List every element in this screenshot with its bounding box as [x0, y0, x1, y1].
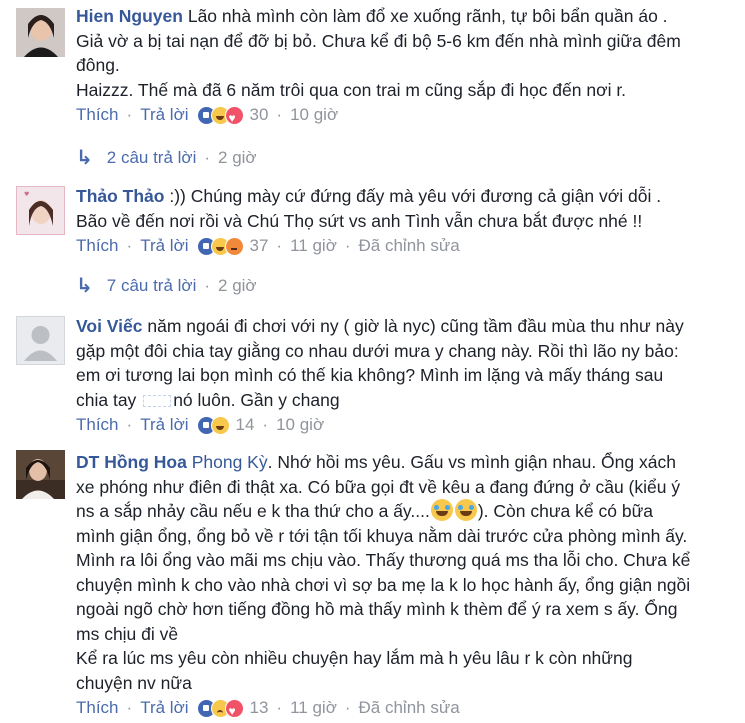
reply-button[interactable]: Trả lời	[140, 103, 188, 128]
avatar[interactable]: ♥	[16, 186, 65, 235]
reply-arrow-icon: ↳	[76, 275, 93, 297]
like-button[interactable]: Thích	[76, 103, 119, 128]
comment-text: DT Hồng Hoa Phong Kỳ. Nhớ hồi ms yêu. Gấ…	[76, 452, 691, 693]
comment-text: Voi Viếc năm ngoái đi chơi với ny ( giờ …	[76, 316, 684, 410]
reply-button[interactable]: Trả lời	[140, 234, 188, 259]
reactions[interactable]	[196, 415, 230, 435]
like-button[interactable]: Thích	[76, 413, 119, 438]
reply-button[interactable]: Trả lời	[140, 413, 188, 438]
comment-actions: Thích · Trả lời 14 · 10 giờ	[76, 412, 737, 438]
comment-text: Thảo Thảo :)) Chúng mày cứ đứng đấy mà y…	[76, 186, 662, 231]
comment-actions: Thích · Trả lời 30 · 10 giờ	[76, 102, 737, 130]
comment-author[interactable]: Hien Nguyen	[76, 6, 183, 26]
comment-time[interactable]: 10 giờ	[290, 103, 338, 128]
reaction-count[interactable]: 14	[236, 413, 255, 438]
view-replies-link[interactable]: ↳ 2 câu trả lời · 2 giờ	[76, 145, 257, 170]
comment-actions: Thích · Trả lời 37 · 11 giờ · Đã chỉnh s…	[76, 233, 737, 259]
comment-time[interactable]: 11 giờ	[290, 696, 337, 721]
love-reaction-icon	[224, 698, 244, 723]
reactions[interactable]	[196, 698, 244, 723]
love-reaction-icon	[224, 105, 244, 130]
comment-time[interactable]: 11 giờ	[290, 234, 337, 259]
reactions[interactable]	[196, 105, 244, 130]
laughing-emoji-icon	[430, 499, 453, 521]
haha-reaction-icon	[210, 415, 230, 435]
edited-label[interactable]: Đã chỉnh sửa	[359, 696, 460, 721]
avatar[interactable]	[16, 450, 65, 499]
svg-text:♥: ♥	[24, 191, 29, 198]
reaction-count[interactable]: 37	[250, 234, 269, 259]
comment-author[interactable]: DT Hồng Hoa	[76, 452, 187, 472]
reaction-count[interactable]: 30	[250, 103, 269, 128]
reaction-count[interactable]: 13	[250, 696, 269, 721]
laughing-emoji-icon	[454, 499, 477, 521]
comment-text: Hien Nguyen Lão nhà mình còn làm đổ xe x…	[76, 6, 681, 100]
edited-label[interactable]: Đã chỉnh sửa	[359, 234, 460, 259]
comment-author[interactable]: Thảo Thảo	[76, 186, 164, 206]
comment-time[interactable]: 10 giờ	[276, 413, 324, 438]
like-button[interactable]: Thích	[76, 696, 119, 721]
view-replies-link[interactable]: ↳ 7 câu trả lời · 2 giờ	[76, 273, 257, 298]
avatar[interactable]	[16, 316, 65, 365]
reactions[interactable]	[196, 236, 244, 256]
mentioned-user[interactable]: Phong Kỳ	[192, 452, 268, 472]
comment-author[interactable]: Voi Viếc	[76, 316, 142, 336]
reply-button[interactable]: Trả lời	[140, 696, 188, 721]
sticker-placeholder-icon	[143, 394, 172, 407]
avatar[interactable]	[16, 8, 65, 57]
comment-actions: Thích · Trả lời 13 · 11 giờ · Đã chỉnh s…	[76, 695, 737, 723]
like-button[interactable]: Thích	[76, 234, 119, 259]
reply-arrow-icon: ↳	[76, 147, 93, 169]
angry-reaction-icon	[224, 236, 244, 256]
